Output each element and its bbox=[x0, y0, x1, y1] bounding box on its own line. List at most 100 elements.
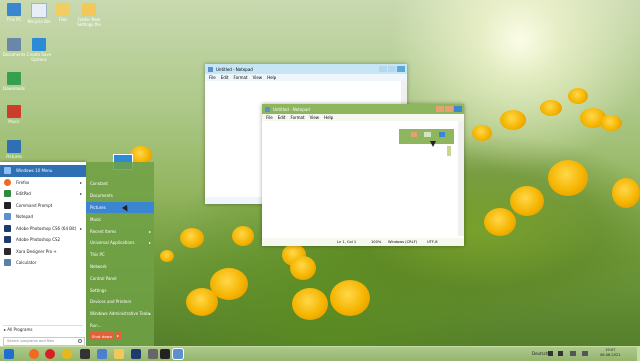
battery-icon[interactable] bbox=[582, 351, 588, 356]
start-place-settings[interactable]: Settings bbox=[86, 284, 154, 296]
desktop-icon-label: Create Save Options bbox=[26, 52, 52, 62]
flower-decoration bbox=[510, 186, 544, 216]
all-programs-button[interactable]: ▸ All Programs bbox=[4, 327, 32, 332]
place-label: Pictures bbox=[90, 204, 106, 210]
start-place-this-pc[interactable]: This PC bbox=[86, 249, 154, 261]
program-label: Adobe Photoshop CS6 (64 Bit) bbox=[16, 225, 77, 231]
start-button[interactable] bbox=[4, 349, 14, 359]
start-place-constant[interactable]: Constant bbox=[86, 178, 154, 190]
calculator-icon bbox=[4, 259, 11, 267]
firefox-taskbar-icon[interactable] bbox=[29, 349, 39, 359]
desktop-icon-music[interactable]: Music bbox=[1, 105, 27, 124]
shut-down-options-button[interactable]: ▸ bbox=[115, 332, 121, 340]
terminal-taskbar-icon[interactable] bbox=[160, 349, 170, 359]
downloads-icon bbox=[7, 72, 21, 85]
notification-icon[interactable] bbox=[548, 351, 553, 356]
vertical-scrollbar[interactable] bbox=[458, 121, 464, 236]
photoshop-icon bbox=[4, 224, 11, 232]
start-place-devices-printers[interactable]: Devices and Printers bbox=[86, 296, 154, 308]
start-program-xara-designer[interactable]: Xara Designer Pro + bbox=[0, 246, 86, 258]
music-icon bbox=[7, 105, 21, 118]
resize-handle[interactable] bbox=[447, 146, 451, 156]
title-bar[interactable]: Untitled - Notepad bbox=[205, 64, 407, 74]
start-place-music[interactable]: Music bbox=[86, 213, 154, 225]
maximize-button[interactable] bbox=[445, 106, 453, 112]
start-place-documents[interactable]: Documents bbox=[86, 190, 154, 202]
close-button[interactable] bbox=[397, 66, 405, 72]
menu-view[interactable]: View bbox=[253, 75, 263, 80]
photoshop-taskbar-icon[interactable] bbox=[131, 349, 141, 359]
windows-icon bbox=[4, 167, 11, 175]
start-program-photoshop-cs2[interactable]: Adobe Photoshop CS2 bbox=[0, 234, 86, 246]
shut-down-button[interactable]: Shut down bbox=[90, 332, 114, 340]
xara-icon bbox=[4, 247, 11, 255]
title-bar[interactable]: Untitled - Notepad bbox=[262, 104, 464, 114]
language-indicator[interactable]: Deutsch bbox=[532, 351, 548, 356]
close-button[interactable] bbox=[439, 132, 445, 137]
desktop-icon-files[interactable]: Files bbox=[50, 3, 76, 22]
start-program-photoshop-cs6[interactable]: Adobe Photoshop CS6 (64 Bit) ▸ bbox=[0, 223, 86, 235]
program-label: Command Prompt bbox=[16, 202, 53, 208]
notepad-icon bbox=[265, 106, 270, 112]
start-place-run[interactable]: Run... bbox=[86, 320, 154, 332]
desktop-icon-downloads[interactable]: Downloads bbox=[1, 72, 27, 91]
flower-decoration bbox=[290, 256, 316, 280]
app-taskbar-icon[interactable] bbox=[148, 349, 158, 359]
start-place-admin-tools[interactable]: Windows Administrative Tools ▸ bbox=[86, 308, 154, 320]
menu-view[interactable]: View bbox=[310, 115, 320, 120]
clock[interactable]: 19:07 06.06.2021 bbox=[600, 348, 621, 358]
start-program-notepad[interactable]: Notepad bbox=[0, 211, 86, 223]
start-place-pictures[interactable]: Pictures bbox=[86, 201, 154, 214]
start-place-network[interactable]: Network bbox=[86, 261, 154, 273]
close-button[interactable] bbox=[454, 106, 462, 112]
place-label: Constant bbox=[90, 181, 108, 187]
flower-decoration bbox=[180, 228, 204, 248]
minimize-button[interactable] bbox=[379, 66, 387, 72]
flower-decoration bbox=[568, 88, 588, 104]
start-program-editpad[interactable]: EditPad ▸ bbox=[0, 188, 86, 200]
start-place-universal-apps[interactable]: Universal Applications ▸ bbox=[86, 237, 154, 249]
menu-help[interactable]: Help bbox=[267, 75, 276, 80]
flower-decoration bbox=[232, 226, 254, 246]
start-program-calculator[interactable]: Calculator bbox=[0, 257, 86, 269]
menu-file[interactable]: File bbox=[209, 75, 216, 80]
store-taskbar-icon[interactable] bbox=[97, 349, 107, 359]
maximize-button[interactable] bbox=[388, 66, 396, 72]
desktop-icon-documents[interactable]: Documents bbox=[1, 38, 27, 57]
flower-decoration bbox=[292, 288, 328, 320]
start-place-recent-items[interactable]: Recent Items ▸ bbox=[86, 225, 154, 237]
menu-file[interactable]: File bbox=[266, 115, 273, 120]
search-icon[interactable] bbox=[78, 339, 82, 343]
desktop-icon-label: Files bbox=[58, 17, 68, 22]
start-place-control-panel[interactable]: Control Panel bbox=[86, 272, 154, 284]
desktop-icon-label: Documents bbox=[2, 52, 26, 57]
menu-format[interactable]: Format bbox=[233, 75, 247, 80]
start-program-firefox[interactable]: Firefox ▸ bbox=[0, 177, 86, 189]
desktop-icon-create-save[interactable]: Create Save Options bbox=[26, 38, 52, 62]
volume-icon[interactable] bbox=[570, 351, 576, 356]
minimize-button[interactable] bbox=[411, 132, 417, 137]
menu-help[interactable]: Help bbox=[324, 115, 333, 120]
menu-format[interactable]: Format bbox=[290, 115, 304, 120]
explorer-taskbar-icon[interactable] bbox=[114, 349, 124, 359]
menu-edit[interactable]: Edit bbox=[221, 75, 229, 80]
desktop-icon-this-pc[interactable]: This PC bbox=[1, 3, 27, 22]
media-taskbar-icon[interactable] bbox=[80, 349, 90, 359]
desktop-icon-recycle-bin[interactable]: Recycle Bin bbox=[26, 3, 52, 24]
menu-edit[interactable]: Edit bbox=[278, 115, 286, 120]
desktop-icon-folder[interactable]: Folder New Settings file bbox=[76, 3, 102, 27]
notepad-window-front[interactable]: Untitled - Notepad File Edit Format View… bbox=[262, 104, 464, 246]
desktop-icon-label: Music bbox=[8, 119, 20, 124]
start-program-windows-10-menu[interactable]: Windows 10 Menu bbox=[0, 165, 86, 177]
place-label: Network bbox=[90, 263, 107, 269]
opera-taskbar-icon[interactable] bbox=[45, 349, 55, 359]
network-icon[interactable] bbox=[558, 351, 563, 356]
maximize-button[interactable] bbox=[424, 132, 431, 137]
search-box[interactable]: Search programs and files bbox=[3, 337, 85, 346]
minimize-button[interactable] bbox=[436, 106, 444, 112]
status-bar: Ln 1, Col 1 100% Windows (CRLF) UTF-8 bbox=[262, 238, 464, 246]
chrome-taskbar-icon[interactable] bbox=[62, 349, 72, 359]
notepad-taskbar-icon[interactable] bbox=[172, 348, 184, 360]
window-title: Untitled - Notepad bbox=[216, 66, 253, 72]
start-program-command-prompt[interactable]: Command Prompt bbox=[0, 200, 86, 212]
